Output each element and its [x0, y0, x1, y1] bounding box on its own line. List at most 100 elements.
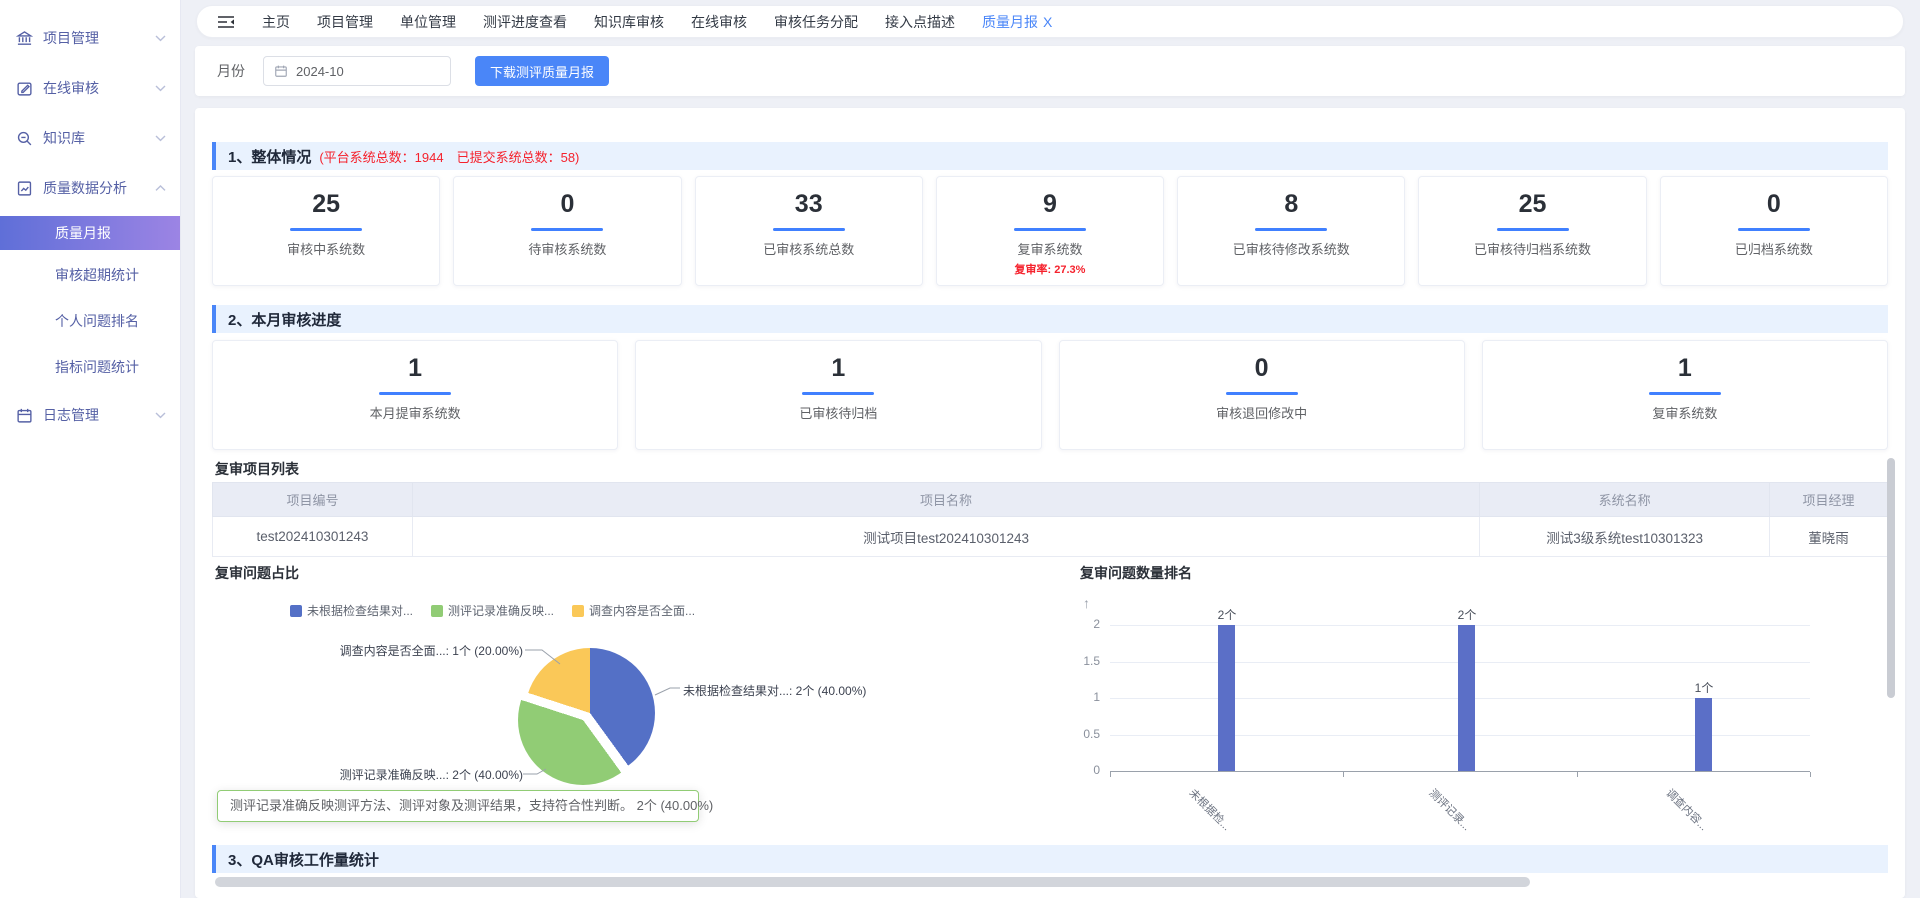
- x-category-label: 测评记录...: [1426, 785, 1475, 834]
- cell-system-name: 测试3级系统test10301323: [1480, 517, 1770, 557]
- pie-callout-green: 测评记录准确反映...: 2个 (40.00%): [335, 766, 523, 783]
- stat-card: 9 复审系统数复审率: 27.3%: [936, 176, 1164, 286]
- cell-project-name: 测试项目test202410301243: [412, 517, 1479, 557]
- collapse-sidebar-icon[interactable]: [217, 15, 235, 29]
- stat-label: 本月提审系统数: [213, 403, 617, 422]
- month-cards-row: 1本月提审系统数 1已审核待归档 0审核退回修改中 1复审系统数: [212, 340, 1888, 450]
- chevron-up-icon: [155, 185, 166, 192]
- bar-chart-title: 复审问题数量排名: [1080, 563, 1192, 583]
- month-input[interactable]: [296, 64, 426, 79]
- cell-project-manager: 董晓雨: [1770, 517, 1888, 557]
- y-tick: 1.5: [1055, 654, 1100, 668]
- vertical-scrollbar-thumb[interactable]: [1887, 458, 1895, 698]
- stat-label: 已审核待归档系统数: [1419, 239, 1645, 258]
- y-tick: 0.5: [1055, 727, 1100, 741]
- nav-tab-task-assign[interactable]: 审核任务分配: [774, 12, 858, 32]
- log-icon: [16, 407, 33, 424]
- bar-plot-area: [1110, 625, 1810, 771]
- pie-callout-blue: 未根据检查结果对...: 2个 (40.00%): [683, 682, 866, 699]
- y-tick: 0: [1055, 763, 1100, 777]
- stat-label: 复审系统数: [937, 239, 1163, 258]
- y-axis-arrow-icon: ↑: [1083, 595, 1090, 611]
- stat-value: 25: [1419, 190, 1645, 219]
- y-tick: 1: [1055, 690, 1100, 704]
- sidebar-item-log-mgmt[interactable]: 日志管理: [0, 390, 180, 440]
- stat-value: 9: [937, 190, 1163, 219]
- bar[interactable]: [1218, 625, 1235, 771]
- nav-tab-kb-review[interactable]: 知识库审核: [594, 12, 664, 32]
- bar-value-label: 2个: [1444, 606, 1490, 623]
- stat-card: 25 已审核待归档系统数: [1418, 176, 1646, 286]
- col-project-manager: 项目经理: [1770, 483, 1888, 517]
- bar-value-label: 1个: [1681, 679, 1727, 696]
- sidebar-item-label: 项目管理: [43, 28, 155, 48]
- section-title: 3、QA审核工作量统计: [228, 849, 379, 870]
- chevron-down-icon: [155, 85, 166, 92]
- table-header-row: 项目编号 项目名称 系统名称 项目经理: [213, 483, 1888, 517]
- chevron-down-icon: [155, 412, 166, 419]
- nav-tab-quality-monthly-active[interactable]: 质量月报X: [982, 12, 1052, 32]
- stat-label: 已归档系统数: [1661, 239, 1887, 258]
- stat-value: 0: [454, 190, 680, 219]
- col-system-name: 系统名称: [1480, 483, 1770, 517]
- bank-icon: [16, 30, 33, 47]
- stat-label: 已审核待修改系统数: [1178, 239, 1404, 258]
- nav-tab-access-point[interactable]: 接入点描述: [885, 12, 955, 32]
- stat-value: 0: [1661, 190, 1887, 219]
- sidebar-item-label: 质量数据分析: [43, 178, 155, 198]
- quality-monthly-report-page: 项目管理 在线审核 知识库 质量数据分析 质量月报 审核超期统计 个人问题排名: [0, 0, 1920, 898]
- tab-close-icon[interactable]: X: [1043, 14, 1052, 30]
- horizontal-scrollbar-thumb[interactable]: [215, 877, 1530, 887]
- month-label: 月份: [217, 61, 245, 81]
- sidebar-subitem-label: 个人问题排名: [55, 311, 139, 331]
- stat-label: 已审核待归档: [636, 403, 1040, 422]
- stat-card: 8 已审核待修改系统数: [1177, 176, 1405, 286]
- sidebar-subitem-label: 质量月报: [55, 223, 111, 243]
- edit-icon: [16, 80, 33, 97]
- stat-card: 33已审核系统总数: [695, 176, 923, 286]
- section-note-red: (平台系统总数：1944 已提交系统总数：58): [319, 147, 579, 166]
- sidebar-subitem-indicator-stats[interactable]: 指标问题统计: [0, 344, 180, 390]
- sidebar: 项目管理 在线审核 知识库 质量数据分析 质量月报 审核超期统计 个人问题排名: [0, 0, 181, 898]
- x-category-label: 未根据检...: [1186, 785, 1235, 834]
- sidebar-item-quality-analysis[interactable]: 质量数据分析: [0, 163, 180, 213]
- chevron-down-icon: [155, 135, 166, 142]
- calendar-icon: [274, 64, 288, 78]
- bar[interactable]: [1458, 625, 1475, 771]
- download-report-button[interactable]: 下载测评质量月报: [475, 56, 609, 86]
- nav-tab-unit-mgmt[interactable]: 单位管理: [400, 12, 456, 32]
- sidebar-item-online-review[interactable]: 在线审核: [0, 63, 180, 113]
- stat-label: 待审核系统数: [454, 239, 680, 258]
- stat-card: 25审核中系统数: [212, 176, 440, 286]
- nav-tab-online-review[interactable]: 在线审核: [691, 12, 747, 32]
- stat-label: 已审核系统总数: [696, 239, 922, 258]
- review-project-table: 项目编号 项目名称 系统名称 项目经理 test202410301243 测试项…: [212, 482, 1888, 557]
- nav-tab-home[interactable]: 主页: [262, 12, 290, 32]
- review-rate-badge: 复审率: 27.3%: [937, 261, 1163, 277]
- review-table-title: 复审项目列表: [215, 459, 299, 479]
- x-axis-line: [1110, 771, 1810, 772]
- sidebar-subitem-personal-ranking[interactable]: 个人问题排名: [0, 298, 180, 344]
- col-project-name: 项目名称: [412, 483, 1479, 517]
- pie-callout-yellow: 调查内容是否全面...: 1个 (20.00%): [315, 642, 523, 659]
- stat-value: 8: [1178, 190, 1404, 219]
- sidebar-item-project-mgmt[interactable]: 项目管理: [0, 13, 180, 63]
- nav-tab-progress-view[interactable]: 测评进度查看: [483, 12, 567, 32]
- knowledge-icon: [16, 130, 33, 147]
- section-header-month-progress: 2、本月审核进度: [212, 305, 1888, 333]
- stat-card: 0 已归档系统数: [1660, 176, 1888, 286]
- pie-tooltip: 测评记录准确反映测评方法、测评对象及测评结果，支持符合性判断。 2个 (40.0…: [217, 790, 699, 822]
- nav-tab-project-mgmt[interactable]: 项目管理: [317, 12, 373, 32]
- stat-label: 审核中系统数: [213, 239, 439, 258]
- section-title: 2、本月审核进度: [228, 309, 341, 330]
- sidebar-subitem-quality-monthly-report[interactable]: 质量月报: [0, 216, 180, 250]
- month-picker[interactable]: [263, 56, 451, 86]
- bar[interactable]: [1695, 698, 1712, 771]
- stat-value: 0: [1060, 354, 1464, 383]
- top-tab-bar: 主页 项目管理 单位管理 测评进度查看 知识库审核 在线审核 审核任务分配 接入…: [196, 5, 1904, 38]
- sidebar-item-knowledge-base[interactable]: 知识库: [0, 113, 180, 163]
- stat-value: 1: [1483, 354, 1887, 383]
- stat-value: 1: [636, 354, 1040, 383]
- stat-card: 0审核退回修改中: [1059, 340, 1465, 450]
- sidebar-subitem-overdue-stats[interactable]: 审核超期统计: [0, 252, 180, 298]
